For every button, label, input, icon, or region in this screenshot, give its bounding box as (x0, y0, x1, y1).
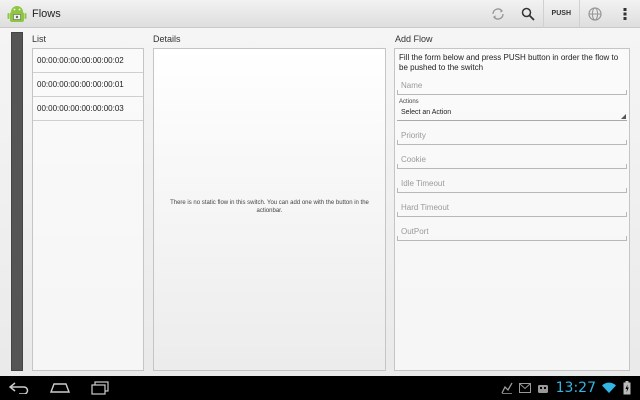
globe-icon (588, 6, 602, 21)
wifi-icon (602, 382, 616, 393)
battery-status (618, 376, 636, 400)
add-flow-header: Add Flow (395, 34, 433, 44)
switch-list-panel: 00:00:00:00:00:00:00:02 00:00:00:00:00:0… (32, 48, 144, 371)
system-navigation-bar: 13:27 (0, 376, 640, 400)
refresh-icon (491, 7, 504, 20)
list-header: List (32, 34, 47, 44)
battery-icon (623, 381, 631, 395)
details-header: Details (153, 34, 181, 44)
status-clock: 13:27 (555, 380, 596, 396)
actions-label: Actions (399, 99, 419, 105)
overflow-menu-icon (623, 7, 627, 20)
name-field[interactable] (401, 81, 623, 90)
add-flow-form: Fill the form below and press PUSH butto… (394, 48, 630, 371)
dropdown-caret-icon (621, 114, 626, 119)
home-button[interactable] (40, 376, 80, 400)
details-panel: There is no static flow in this switch. … (153, 48, 386, 371)
hard-timeout-field[interactable] (401, 203, 623, 212)
cookie-field-wrapper (397, 145, 627, 169)
list-item[interactable]: 00:00:00:00:00:00:00:03 (33, 97, 143, 121)
chart-notification-icon (501, 382, 513, 394)
list-item[interactable]: 00:00:00:00:00:00:00:01 (33, 73, 143, 97)
search-icon (521, 7, 535, 21)
refresh-button[interactable] (483, 0, 513, 28)
android-notification[interactable] (534, 376, 552, 400)
actions-select-value: Select an Action (401, 109, 452, 116)
outport-field[interactable] (401, 227, 623, 236)
back-icon (9, 382, 29, 394)
action-bar: Flows PUSH (0, 0, 640, 28)
search-button[interactable] (513, 0, 543, 28)
form-instructions: Fill the form below and press PUSH butto… (399, 53, 619, 72)
home-icon (49, 383, 71, 393)
hard-timeout-field-wrapper (397, 193, 627, 217)
gmail-notification[interactable] (516, 376, 534, 400)
actions-select[interactable]: Select an Action (397, 107, 627, 121)
empty-details-message: There is no static flow in this switch. … (170, 200, 369, 214)
list-item[interactable]: 00:00:00:00:00:00:00:02 (33, 49, 143, 73)
idle-timeout-field-wrapper (397, 169, 627, 193)
mail-notification-icon (518, 383, 531, 393)
left-divider-strip (11, 32, 23, 371)
android-notification-icon (537, 385, 548, 393)
app-title: Flows (32, 7, 61, 20)
recent-apps-button[interactable] (80, 376, 120, 400)
stats-notification[interactable] (498, 376, 516, 400)
cookie-field[interactable] (401, 155, 623, 164)
android-app-icon[interactable] (6, 3, 28, 25)
back-button[interactable] (0, 376, 40, 400)
priority-field-wrapper (397, 121, 627, 145)
recent-apps-icon (91, 381, 109, 395)
priority-field[interactable] (401, 131, 623, 140)
name-field-wrapper (397, 73, 627, 95)
outport-field-wrapper (397, 217, 627, 241)
idle-timeout-field[interactable] (401, 179, 623, 188)
wifi-status (600, 376, 618, 400)
overflow-menu-button[interactable] (610, 0, 640, 28)
push-button[interactable]: PUSH (542, 0, 580, 28)
globe-button[interactable] (580, 0, 610, 28)
